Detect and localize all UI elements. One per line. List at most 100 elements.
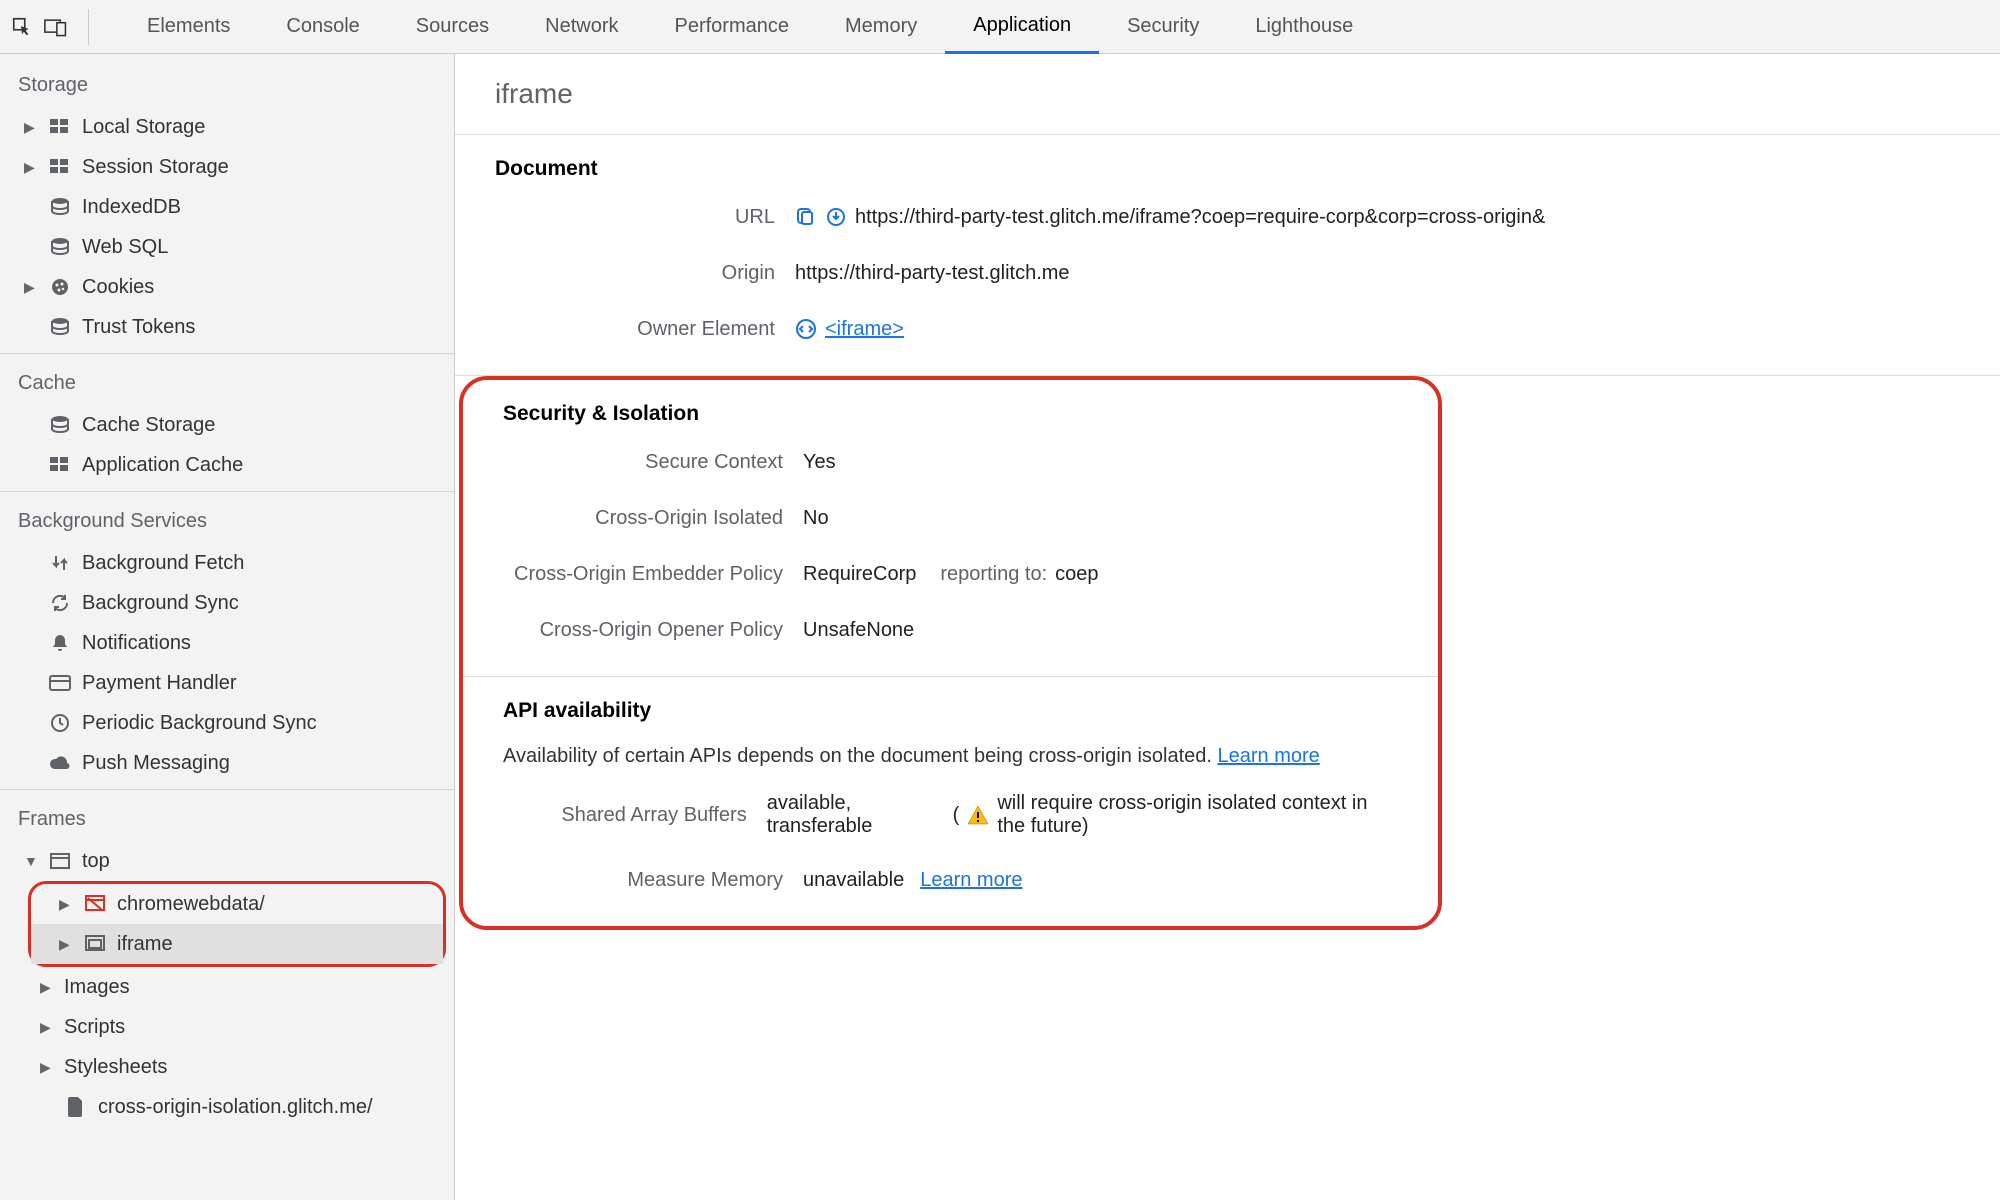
coep-value: RequireCorp	[803, 563, 916, 586]
card-icon	[48, 675, 72, 691]
frame-scripts[interactable]: ▶ Scripts	[0, 1007, 454, 1047]
sidebar-item-label: chromewebdata/	[117, 893, 265, 916]
sync-icon	[48, 593, 72, 613]
sidebar-item-label: Cookies	[82, 276, 154, 299]
chevron-right-icon: ▶	[24, 159, 38, 176]
sidebar-item-label: Web SQL	[82, 236, 168, 259]
sidebar-item-label: iframe	[117, 933, 173, 956]
frame-chromewebdata[interactable]: ▶ chromewebdata/	[31, 884, 443, 924]
owner-element-link[interactable]: <iframe>	[825, 318, 904, 341]
tab-elements[interactable]: Elements	[119, 0, 258, 54]
sidebar-item-application-cache[interactable]: Application Cache	[0, 445, 454, 485]
sidebar-item-push-messaging[interactable]: Push Messaging	[0, 743, 454, 783]
sab-value: available, transferable	[767, 792, 935, 838]
coop-label: Cross-Origin Opener Policy	[503, 619, 803, 642]
frame-details-panel: iframe Document URL https://third-party-…	[455, 54, 2000, 1200]
cookie-icon	[48, 277, 72, 297]
sidebar-item-label: Background Sync	[82, 592, 239, 615]
chevron-right-icon: ▶	[59, 936, 73, 953]
secure-context-value: Yes	[803, 451, 836, 474]
chevron-right-icon: ▶	[24, 119, 38, 136]
api-description: Availability of certain APIs depends on …	[503, 745, 1212, 767]
sidebar-item-websql[interactable]: Web SQL	[0, 227, 454, 267]
url-value: https://third-party-test.glitch.me/ifram…	[855, 206, 1545, 229]
section-heading: Security & Isolation	[503, 402, 1398, 426]
frame-top[interactable]: ▼ top	[0, 841, 454, 881]
highlight-box-sidebar: ▶ chromewebdata/ ▶ iframe	[28, 881, 446, 967]
section-heading: API availability	[503, 699, 1398, 723]
database-icon	[48, 415, 72, 435]
sidebar-item-label: top	[82, 850, 110, 873]
frame-images[interactable]: ▶ Images	[0, 967, 454, 1007]
tab-memory[interactable]: Memory	[817, 0, 945, 54]
devtools-toolbar: Elements Console Sources Network Perform…	[0, 0, 2000, 54]
chevron-right-icon: ▶	[40, 1019, 54, 1036]
learn-more-link[interactable]: Learn more	[1218, 745, 1320, 767]
reveal-icon[interactable]	[825, 206, 847, 228]
code-icon[interactable]	[795, 318, 817, 340]
database-icon	[48, 237, 72, 257]
sidebar-item-label: Images	[64, 976, 130, 999]
inspect-icon[interactable]	[10, 16, 34, 38]
sidebar-item-periodic-sync[interactable]: Periodic Background Sync	[0, 703, 454, 743]
sidebar-item-local-storage[interactable]: ▶ Local Storage	[0, 107, 454, 147]
measure-memory-value: unavailable	[803, 869, 904, 892]
sidebar-item-label: Application Cache	[82, 454, 243, 477]
coep-reporting-value: coep	[1055, 563, 1098, 586]
sidebar-item-label: Cache Storage	[82, 414, 215, 437]
security-section: Security & Isolation Secure Context Yes …	[463, 380, 1438, 676]
iframe-icon	[83, 935, 107, 953]
chevron-right-icon: ▶	[40, 1059, 54, 1076]
tab-performance[interactable]: Performance	[647, 0, 818, 54]
database-icon	[48, 197, 72, 217]
frame-stylesheets[interactable]: ▶ Stylesheets	[0, 1047, 454, 1087]
sidebar-item-label: Stylesheets	[64, 1056, 167, 1079]
sidebar-item-notifications[interactable]: Notifications	[0, 623, 454, 663]
device-icon[interactable]	[44, 16, 68, 38]
section-cache: Cache	[0, 364, 454, 405]
sidebar-item-background-fetch[interactable]: Background Fetch	[0, 543, 454, 583]
storage-icon	[48, 159, 72, 175]
secure-context-label: Secure Context	[503, 451, 803, 474]
tab-security[interactable]: Security	[1099, 0, 1227, 54]
sab-warning: will require cross-origin isolated conte…	[997, 792, 1398, 838]
database-icon	[48, 317, 72, 337]
sidebar-item-trust-tokens[interactable]: Trust Tokens	[0, 307, 454, 347]
frame-document[interactable]: cross-origin-isolation.glitch.me/	[0, 1087, 454, 1127]
application-sidebar: Storage ▶ Local Storage ▶ Session Storag…	[0, 54, 455, 1200]
grid-icon	[48, 457, 72, 473]
sidebar-item-label: Push Messaging	[82, 752, 230, 775]
document-section: Document URL https://third-party-test.gl…	[455, 135, 2000, 375]
devtools-tabs: Elements Console Sources Network Perform…	[119, 0, 1381, 54]
measure-memory-label: Measure Memory	[503, 869, 803, 892]
copy-icon[interactable]	[795, 206, 817, 228]
tab-lighthouse[interactable]: Lighthouse	[1227, 0, 1381, 54]
coep-label: Cross-Origin Embedder Policy	[463, 563, 803, 586]
tab-console[interactable]: Console	[258, 0, 387, 54]
url-label: URL	[495, 206, 795, 229]
sidebar-item-label: Payment Handler	[82, 672, 237, 695]
tab-sources[interactable]: Sources	[388, 0, 517, 54]
sidebar-item-payment-handler[interactable]: Payment Handler	[0, 663, 454, 703]
tab-network[interactable]: Network	[517, 0, 646, 54]
warning-icon	[967, 805, 989, 825]
coop-value: UnsafeNone	[803, 619, 914, 642]
sab-label: Shared Array Buffers	[503, 804, 767, 827]
sidebar-item-label: Scripts	[64, 1016, 125, 1039]
sidebar-item-cookies[interactable]: ▶ Cookies	[0, 267, 454, 307]
sidebar-item-background-sync[interactable]: Background Sync	[0, 583, 454, 623]
window-icon	[48, 853, 72, 869]
api-availability-section: API availability Availability of certain…	[463, 677, 1438, 926]
learn-more-link[interactable]: Learn more	[920, 869, 1022, 892]
section-storage: Storage	[0, 66, 454, 107]
storage-icon	[48, 119, 72, 135]
sidebar-item-label: Session Storage	[82, 156, 229, 179]
sidebar-item-label: Notifications	[82, 632, 191, 655]
sidebar-item-session-storage[interactable]: ▶ Session Storage	[0, 147, 454, 187]
frame-iframe[interactable]: ▶ iframe	[31, 924, 443, 964]
tab-application[interactable]: Application	[945, 0, 1099, 54]
chevron-right-icon: ▶	[40, 979, 54, 996]
cloud-icon	[48, 755, 72, 771]
sidebar-item-indexeddb[interactable]: IndexedDB	[0, 187, 454, 227]
sidebar-item-cache-storage[interactable]: Cache Storage	[0, 405, 454, 445]
